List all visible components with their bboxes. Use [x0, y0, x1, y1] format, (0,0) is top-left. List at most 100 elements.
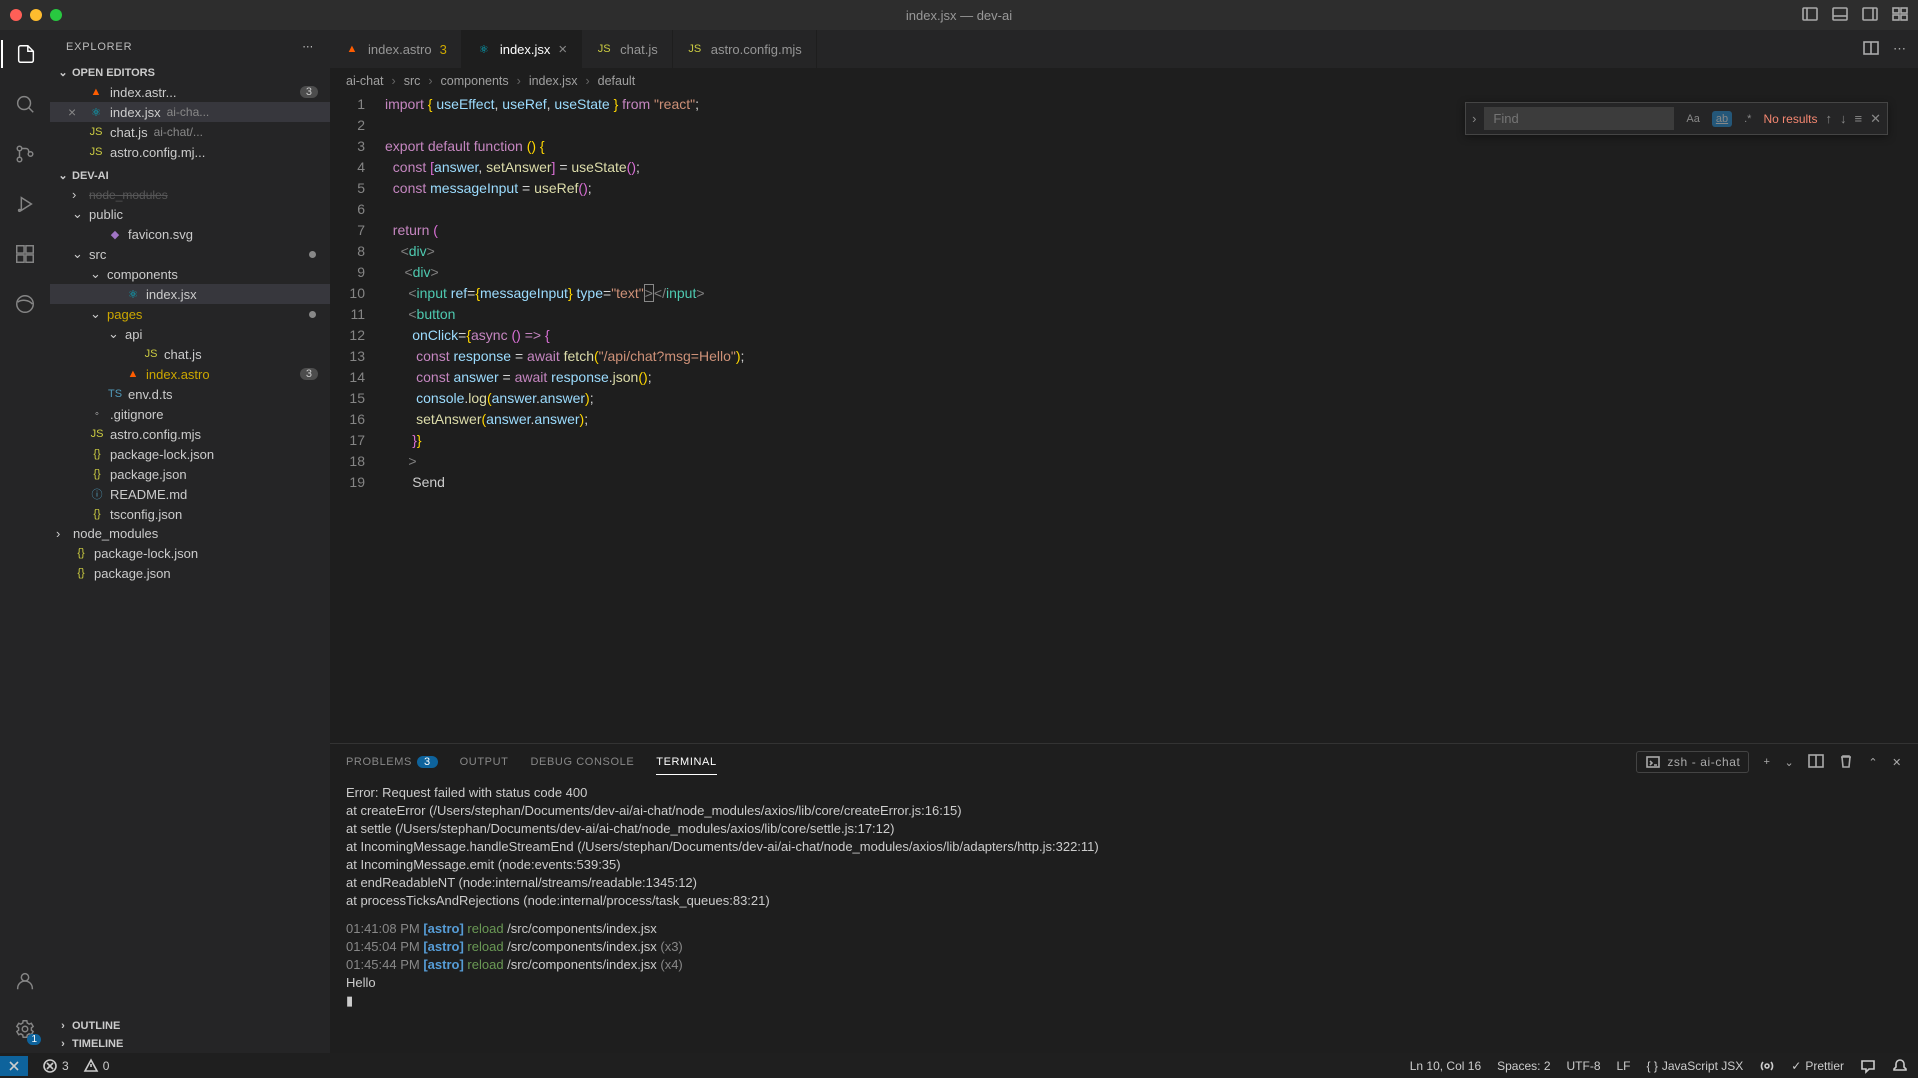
settings-gear-icon[interactable]: 1	[11, 1015, 39, 1043]
folder-node_modules[interactable]: › node_modules	[50, 185, 330, 204]
maximize-panel-icon[interactable]: ⌃	[1868, 756, 1878, 769]
kill-terminal-icon[interactable]	[1838, 753, 1854, 772]
tab-astro.config.mjs[interactable]: JSastro.config.mjs	[673, 30, 817, 68]
code-line[interactable]: 12 onClick={async () => {	[330, 325, 1918, 346]
prettier-status[interactable]: ✓ Prettier	[1791, 1059, 1844, 1073]
file-package-lock.json[interactable]: {} package-lock.json	[50, 543, 330, 563]
file-env.d.ts[interactable]: TS env.d.ts	[50, 384, 330, 404]
tab-index.astro[interactable]: ▲index.astro 3	[330, 30, 462, 68]
tab-more-icon[interactable]: ⋯	[1893, 41, 1906, 57]
find-expand-icon[interactable]: ›	[1472, 111, 1476, 126]
file-package.json[interactable]: {} package.json	[50, 464, 330, 484]
project-header[interactable]: ⌄DEV-AI	[50, 166, 330, 185]
edge-tools-icon[interactable]	[11, 290, 39, 318]
find-prev-icon[interactable]: ↑	[1826, 111, 1833, 126]
code-line[interactable]: 19 Send	[330, 472, 1918, 493]
errors-count[interactable]: 3	[42, 1058, 69, 1074]
warnings-count[interactable]: 0	[83, 1058, 110, 1074]
breadcrumb[interactable]: ai-chat›src›components›index.jsx›default	[330, 68, 1918, 94]
match-whole-word-icon[interactable]: ab	[1712, 111, 1732, 127]
code-line[interactable]: 13 const response = await fetch("/api/ch…	[330, 346, 1918, 367]
tab-chat.js[interactable]: JSchat.js	[582, 30, 673, 68]
breadcrumb-item[interactable]: components	[441, 74, 509, 88]
code-line[interactable]: 17 }}	[330, 430, 1918, 451]
source-control-icon[interactable]	[11, 140, 39, 168]
close-tab-icon[interactable]: ×	[558, 41, 567, 58]
tab-index.jsx[interactable]: ⚛index.jsx ×	[462, 30, 582, 68]
panel-tab-terminal[interactable]: TERMINAL	[656, 750, 716, 775]
code-line[interactable]: 9 <div>	[330, 262, 1918, 283]
file-astro.config.mjs[interactable]: JS astro.config.mjs	[50, 424, 330, 444]
encoding[interactable]: UTF-8	[1567, 1059, 1601, 1073]
code-editor[interactable]: 1import { useEffect, useRef, useState } …	[330, 94, 1918, 743]
breadcrumb-item[interactable]: default	[598, 74, 636, 88]
accounts-icon[interactable]	[11, 967, 39, 995]
code-line[interactable]: 3export default function () {	[330, 136, 1918, 157]
minimize-window[interactable]	[30, 9, 42, 21]
open-editor-item[interactable]: × ⚛ index.jsx ai-cha...	[50, 102, 330, 122]
search-icon[interactable]	[11, 90, 39, 118]
outline-header[interactable]: ›OUTLINE	[50, 1017, 330, 1035]
folder-src[interactable]: ⌄ src	[50, 244, 330, 264]
code-line[interactable]: 8 <div>	[330, 241, 1918, 262]
folder-api[interactable]: ⌄ api	[50, 324, 330, 344]
timeline-header[interactable]: ›TIMELINE	[50, 1035, 330, 1053]
code-line[interactable]: 6	[330, 199, 1918, 220]
panel-tab-debug console[interactable]: DEBUG CONSOLE	[530, 750, 634, 774]
go-live-icon[interactable]	[1759, 1058, 1775, 1074]
layout-sidebar-right-icon[interactable]	[1862, 6, 1878, 25]
open-editors-header[interactable]: ⌄OPEN EDITORS	[50, 63, 330, 82]
folder-components[interactable]: ⌄ components	[50, 264, 330, 284]
file-README.md[interactable]: ⓘ README.md	[50, 484, 330, 504]
notifications-icon[interactable]	[1892, 1058, 1908, 1074]
find-next-icon[interactable]: ↓	[1840, 111, 1847, 126]
language-mode[interactable]: { } JavaScript JSX	[1647, 1059, 1744, 1073]
file-index.jsx[interactable]: ⚛ index.jsx	[50, 284, 330, 304]
terminal[interactable]: Error: Request failed with status code 4…	[330, 780, 1918, 1053]
run-debug-icon[interactable]	[11, 190, 39, 218]
find-input[interactable]	[1484, 107, 1674, 130]
code-line[interactable]: 18 >	[330, 451, 1918, 472]
breadcrumb-item[interactable]: src	[404, 74, 421, 88]
remote-indicator[interactable]	[0, 1056, 28, 1076]
cursor-position[interactable]: Ln 10, Col 16	[1410, 1059, 1481, 1073]
code-line[interactable]: 14 const answer = await response.json();	[330, 367, 1918, 388]
terminal-selector[interactable]: zsh - ai-chat	[1636, 751, 1749, 773]
split-terminal-icon[interactable]	[1808, 753, 1824, 772]
open-editor-item[interactable]: JS astro.config.mj...	[50, 142, 330, 162]
sidebar-more-icon[interactable]: ⋯	[302, 40, 314, 53]
code-line[interactable]: 7 return (	[330, 220, 1918, 241]
feedback-icon[interactable]	[1860, 1058, 1876, 1074]
file-package.json[interactable]: {} package.json	[50, 563, 330, 583]
close-window[interactable]	[10, 9, 22, 21]
close-editor-icon[interactable]: ×	[68, 104, 82, 120]
explorer-icon[interactable]	[1, 40, 49, 68]
extensions-icon[interactable]	[11, 240, 39, 268]
find-selection-icon[interactable]: ≡	[1855, 111, 1863, 126]
open-editor-item[interactable]: JS chat.js ai-chat/...	[50, 122, 330, 142]
code-line[interactable]: 11 <button	[330, 304, 1918, 325]
terminal-dropdown-icon[interactable]: ⌄	[1785, 756, 1795, 769]
file-index.astro[interactable]: ▲ index.astro 3	[50, 364, 330, 384]
panel-tab-output[interactable]: OUTPUT	[460, 750, 509, 774]
panel-tab-problems[interactable]: PROBLEMS3	[346, 750, 438, 774]
code-line[interactable]: 4 const [answer, setAnswer] = useState()…	[330, 157, 1918, 178]
file-.gitignore[interactable]: ◦ .gitignore	[50, 404, 330, 424]
eol[interactable]: LF	[1617, 1059, 1631, 1073]
file-package-lock.json[interactable]: {} package-lock.json	[50, 444, 330, 464]
indentation[interactable]: Spaces: 2	[1497, 1059, 1550, 1073]
regex-icon[interactable]: .*	[1740, 111, 1755, 127]
split-editor-icon[interactable]	[1863, 40, 1879, 59]
find-close-icon[interactable]: ✕	[1870, 111, 1881, 127]
new-terminal-icon[interactable]: +	[1763, 756, 1770, 768]
maximize-window[interactable]	[50, 9, 62, 21]
match-case-icon[interactable]: Aa	[1682, 111, 1703, 127]
file-chat.js[interactable]: JS chat.js	[50, 344, 330, 364]
folder-public[interactable]: ⌄ public	[50, 204, 330, 224]
file-tsconfig.json[interactable]: {} tsconfig.json	[50, 504, 330, 524]
breadcrumb-item[interactable]: index.jsx	[529, 74, 578, 88]
breadcrumb-item[interactable]: ai-chat	[346, 74, 384, 88]
layout-customize-icon[interactable]	[1892, 6, 1908, 25]
code-line[interactable]: 16 setAnswer(answer.answer);	[330, 409, 1918, 430]
code-line[interactable]: 5 const messageInput = useRef();	[330, 178, 1918, 199]
